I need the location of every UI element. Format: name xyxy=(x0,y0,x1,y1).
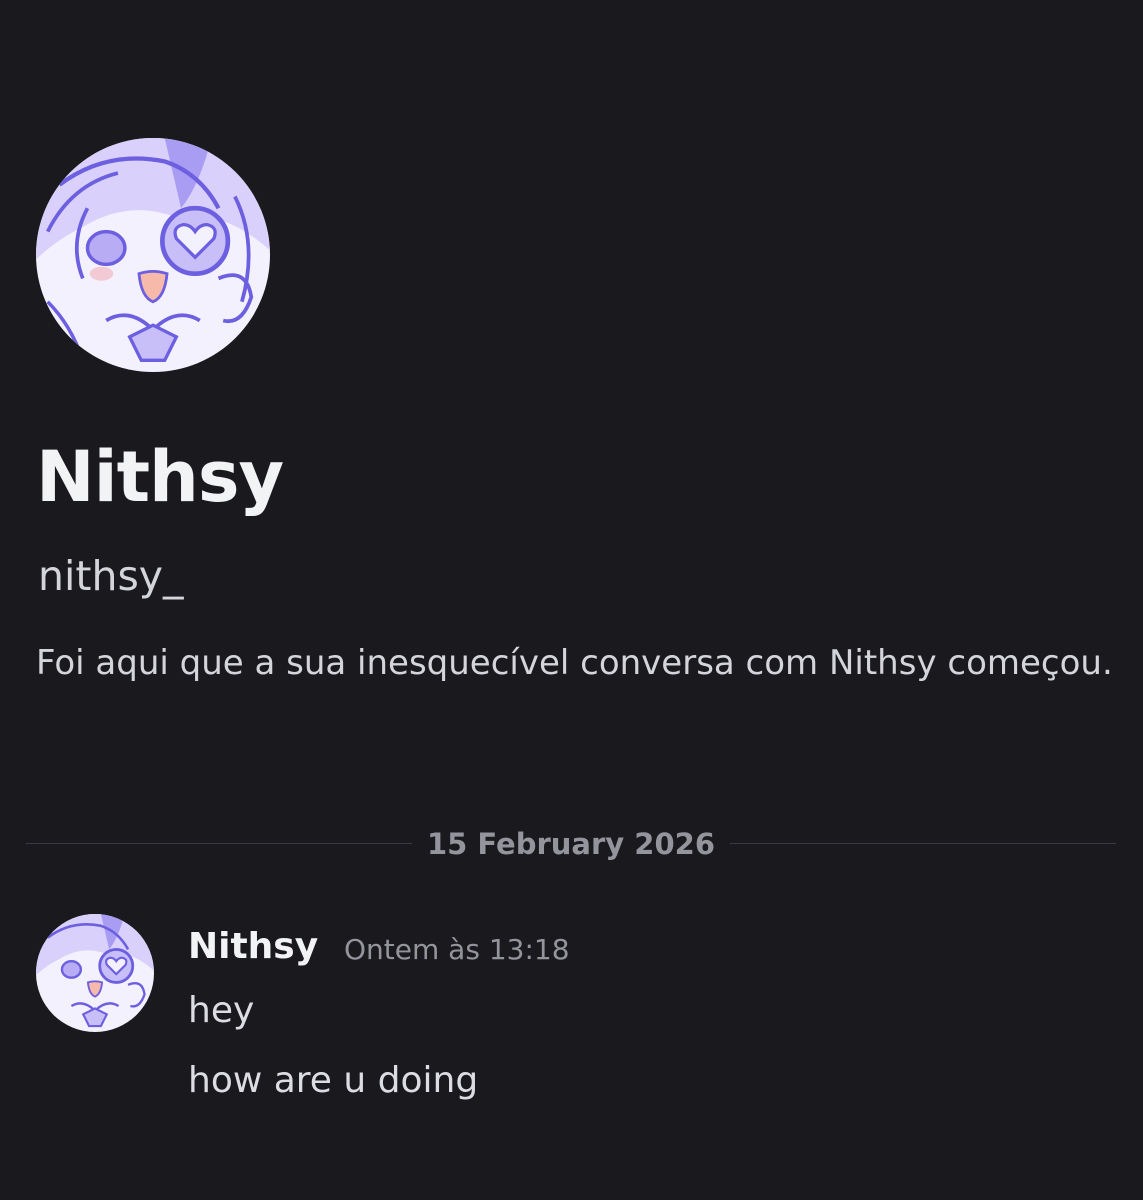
conversation-start-text: Foi aqui que a sua inesquecível conversa… xyxy=(36,643,1113,683)
date-divider: 15 February 2026 xyxy=(26,820,1116,868)
message-group: Nithsy Ontem às 13:18 hey how are u doin… xyxy=(36,914,1116,1114)
message-avatar-icon[interactable] xyxy=(36,914,154,1032)
divider-line-left xyxy=(26,843,412,844)
message-timestamp: Ontem às 13:18 xyxy=(344,933,570,966)
profile-avatar-icon[interactable] xyxy=(36,138,270,372)
profile-display-name: Nithsy xyxy=(36,436,284,518)
message-author-name[interactable]: Nithsy xyxy=(188,922,318,972)
divider-line-right xyxy=(730,843,1116,844)
message-text: how are u doing xyxy=(188,1060,479,1101)
divider-date-label: 15 February 2026 xyxy=(426,827,716,861)
message-text: hey xyxy=(188,990,255,1031)
profile-username: nithsy_ xyxy=(38,552,184,600)
